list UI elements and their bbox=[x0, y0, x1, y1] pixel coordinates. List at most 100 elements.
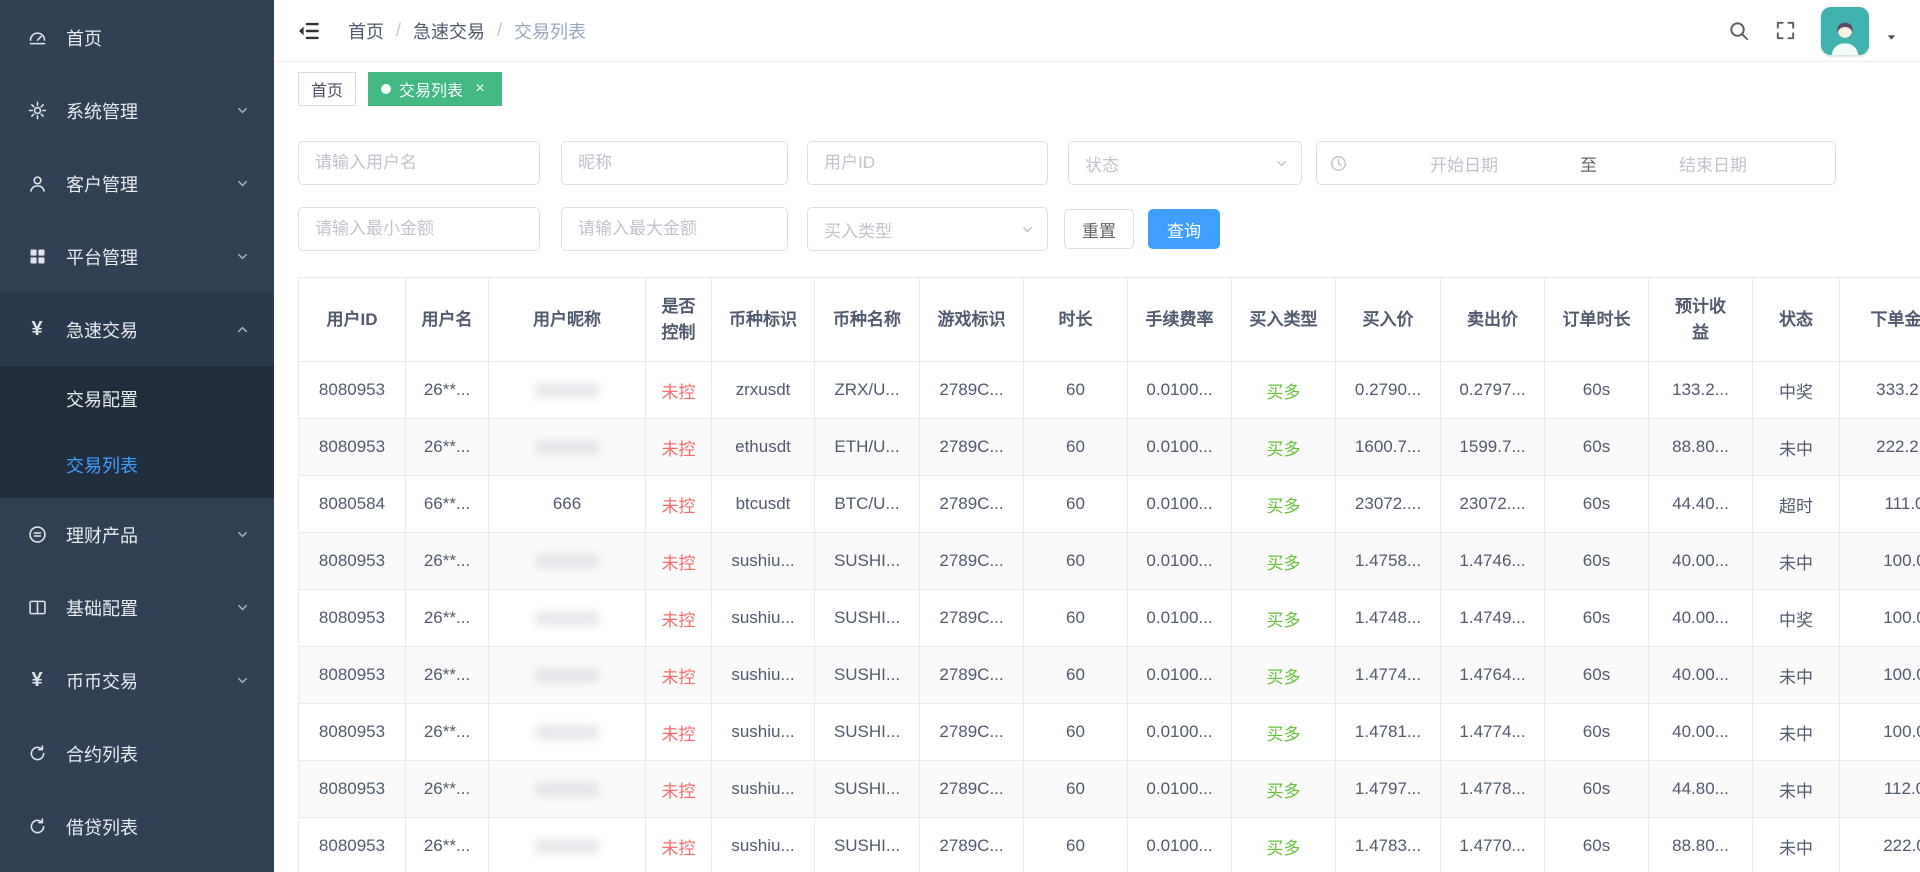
breadcrumb-separator: / bbox=[497, 20, 502, 41]
cell-coin_name: SUSHI... bbox=[815, 761, 920, 818]
close-icon[interactable]: × bbox=[471, 80, 489, 98]
cell-buy_type: 买多 bbox=[1232, 590, 1336, 647]
cell-control: 未控 bbox=[646, 590, 712, 647]
chevron-down-icon bbox=[1020, 222, 1035, 237]
sidebar-item-system[interactable]: 系统管理 bbox=[0, 74, 274, 147]
cell-game_code: 2789C... bbox=[920, 362, 1024, 419]
cell-buy_type: 买多 bbox=[1232, 761, 1336, 818]
sidebar: 首页 系统管理 客户管理 平台管理 bbox=[0, 0, 274, 872]
cell-status: 未中 bbox=[1753, 761, 1840, 818]
end-date-input[interactable]: 结束日期 bbox=[1603, 151, 1823, 176]
cell-control: 未控 bbox=[646, 761, 712, 818]
column-header-sell_price: 卖出价 bbox=[1441, 278, 1545, 362]
sidebar-item-trade-config[interactable]: 交易配置 bbox=[0, 366, 274, 432]
sidebar-item-coin-trade[interactable]: ¥ 币币交易 bbox=[0, 644, 274, 717]
cell-expected_profit: 40.00... bbox=[1649, 704, 1753, 761]
cell-order_amount: 222.2... bbox=[1840, 419, 1920, 476]
date-range-picker[interactable]: 开始日期 至 结束日期 bbox=[1316, 141, 1836, 185]
cell-coin_code: btcusdt bbox=[712, 476, 815, 533]
cell-order_duration: 60s bbox=[1545, 761, 1649, 818]
sidebar-item-label: 基础配置 bbox=[66, 595, 235, 621]
cell-sell_price: 0.2797... bbox=[1441, 362, 1545, 419]
table-header-row: 用户ID用户名用户昵称是否控制币种标识币种名称游戏标识时长手续费率买入类型买入价… bbox=[299, 278, 1920, 362]
cell-nickname: 666 bbox=[489, 476, 646, 533]
cell-buy_price: 1600.7... bbox=[1336, 419, 1441, 476]
tag-home[interactable]: 首页 bbox=[298, 72, 356, 106]
date-separator: 至 bbox=[1574, 151, 1603, 176]
buy-type-select[interactable]: 买入类型 bbox=[807, 207, 1048, 251]
cell-coin_code: sushiu... bbox=[712, 761, 815, 818]
cell-duration: 60 bbox=[1024, 818, 1128, 872]
max-amount-input[interactable] bbox=[561, 207, 788, 251]
column-header-expected_profit: 预计收益 bbox=[1649, 278, 1753, 362]
cell-control: 未控 bbox=[646, 704, 712, 761]
caret-down-icon[interactable] bbox=[1885, 31, 1898, 44]
cell-status: 未中 bbox=[1753, 533, 1840, 590]
sidebar-item-home[interactable]: 首页 bbox=[0, 1, 274, 74]
status-select[interactable]: 状态 bbox=[1068, 141, 1302, 185]
cell-order_amount: 100.0 bbox=[1840, 590, 1920, 647]
redacted-nickname bbox=[535, 554, 599, 569]
cell-buy_type: 买多 bbox=[1232, 362, 1336, 419]
cell-user_id: 8080953 bbox=[299, 362, 406, 419]
sidebar-toggle-button[interactable] bbox=[296, 18, 322, 44]
breadcrumb-item-home[interactable]: 首页 bbox=[348, 18, 384, 44]
cell-coin_name: SUSHI... bbox=[815, 533, 920, 590]
cell-expected_profit: 40.00... bbox=[1649, 647, 1753, 704]
cell-expected_profit: 88.80... bbox=[1649, 818, 1753, 872]
sidebar-item-wealth[interactable]: 理财产品 bbox=[0, 498, 274, 571]
coin-icon bbox=[24, 524, 50, 545]
cell-order_amount: 100.0 bbox=[1840, 704, 1920, 761]
query-button[interactable]: 查询 bbox=[1148, 209, 1220, 249]
sidebar-item-label: 交易列表 bbox=[66, 452, 138, 478]
username-input[interactable] bbox=[298, 141, 540, 185]
sidebar-item-fast-trade[interactable]: ¥ 急速交易 bbox=[0, 293, 274, 366]
cell-control: 未控 bbox=[646, 533, 712, 590]
nickname-input[interactable] bbox=[561, 141, 788, 185]
column-header-coin_name: 币种名称 bbox=[815, 278, 920, 362]
reset-button[interactable]: 重置 bbox=[1064, 209, 1134, 249]
start-date-input[interactable]: 开始日期 bbox=[1354, 151, 1574, 176]
cell-coin_name: SUSHI... bbox=[815, 818, 920, 872]
user-id-input[interactable] bbox=[807, 141, 1048, 185]
cell-coin_name: SUSHI... bbox=[815, 647, 920, 704]
chevron-down-icon bbox=[235, 600, 250, 615]
sidebar-item-platform[interactable]: 平台管理 bbox=[0, 220, 274, 293]
cell-order_amount: 111.0 bbox=[1840, 476, 1920, 533]
cell-buy_type: 买多 bbox=[1232, 533, 1336, 590]
column-header-buy_price: 买入价 bbox=[1336, 278, 1441, 362]
sidebar-item-basic-config[interactable]: 基础配置 bbox=[0, 571, 274, 644]
breadcrumb-item-fast-trade[interactable]: 急速交易 bbox=[413, 18, 485, 44]
filter-row-1: 状态 开始日期 至 结束日期 bbox=[298, 141, 1920, 185]
min-amount-input[interactable] bbox=[298, 207, 540, 251]
cell-status: 中奖 bbox=[1753, 362, 1840, 419]
user-avatar[interactable] bbox=[1821, 7, 1869, 55]
cell-coin_code: zrxusdt bbox=[712, 362, 815, 419]
cell-expected_profit: 40.00... bbox=[1649, 590, 1753, 647]
user-icon bbox=[24, 173, 50, 194]
fullscreen-icon[interactable] bbox=[1774, 19, 1797, 42]
cell-sell_price: 1.4778... bbox=[1441, 761, 1545, 818]
cell-username: 26**... bbox=[406, 362, 489, 419]
cell-fee_rate: 0.0100... bbox=[1128, 419, 1232, 476]
sidebar-item-label: 理财产品 bbox=[66, 522, 235, 548]
redacted-nickname bbox=[535, 839, 599, 854]
cell-duration: 60 bbox=[1024, 590, 1128, 647]
sidebar-item-label: 合约列表 bbox=[66, 741, 250, 767]
cell-user_id: 8080953 bbox=[299, 818, 406, 872]
sidebar-item-customer[interactable]: 客户管理 bbox=[0, 147, 274, 220]
tag-trade-list[interactable]: 交易列表 × bbox=[368, 72, 502, 106]
table-row: 808095326**...未控sushiu...SUSHI...2789C..… bbox=[299, 647, 1920, 704]
sidebar-item-contract-list[interactable]: 合约列表 bbox=[0, 717, 274, 790]
redacted-nickname bbox=[535, 611, 599, 626]
select-placeholder: 状态 bbox=[1085, 151, 1119, 176]
cell-game_code: 2789C... bbox=[920, 818, 1024, 872]
chevron-down-icon bbox=[235, 249, 250, 264]
search-icon[interactable] bbox=[1727, 19, 1750, 42]
cell-fee_rate: 0.0100... bbox=[1128, 362, 1232, 419]
sidebar-item-loan-list[interactable]: 借贷列表 bbox=[0, 790, 274, 863]
cell-order_amount: 222.0 bbox=[1840, 818, 1920, 872]
cell-fee_rate: 0.0100... bbox=[1128, 476, 1232, 533]
sidebar-item-trade-list[interactable]: 交易列表 bbox=[0, 432, 274, 498]
clock-icon bbox=[1329, 154, 1348, 173]
